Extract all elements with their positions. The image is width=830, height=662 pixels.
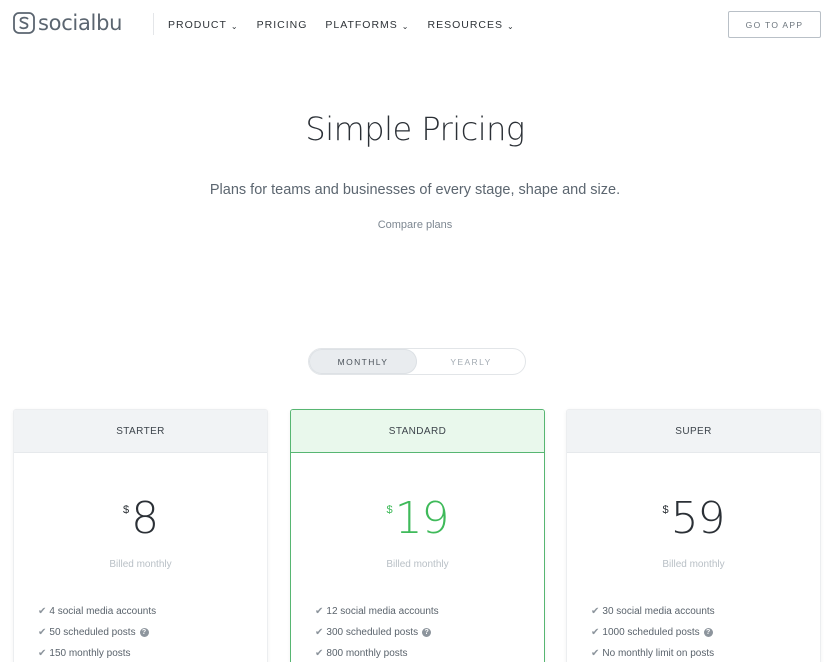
- nav-platforms-label: PLATFORMS: [325, 19, 398, 31]
- page-title: Simple Pricing: [305, 110, 525, 148]
- feature-item: ✔ 4 social media accounts: [38, 601, 156, 622]
- feature-item: ✔ 800 monthly posts: [315, 643, 439, 662]
- compare-plans-link[interactable]: Compare plans: [0, 219, 830, 231]
- feature-item: ✔ 50 scheduled posts?: [38, 622, 156, 643]
- currency-symbol: $: [386, 504, 393, 516]
- feature-item: ✔ 300 scheduled posts?: [315, 622, 439, 643]
- feature-text: 12 social media accounts: [326, 606, 439, 617]
- billing-note: Billed monthly: [386, 559, 449, 570]
- question-circle-icon[interactable]: ?: [703, 628, 713, 637]
- check-icon: ✔: [38, 606, 47, 617]
- billing-note: Billed monthly: [109, 559, 172, 570]
- plan-price: $ 8: [14, 494, 267, 544]
- feature-item: ✔ 12 social media accounts: [315, 601, 439, 622]
- brand-name: socialbu: [38, 11, 123, 35]
- plan-name: SUPER: [567, 410, 820, 453]
- currency-symbol: $: [122, 504, 130, 516]
- plan-price: $ 59: [567, 494, 820, 544]
- feature-text: No monthly limit on posts: [602, 648, 715, 659]
- nav-product-label: PRODUCT: [168, 19, 227, 31]
- plan-card-super: SUPER $ 59 Billed monthly ✔ 30 social med…: [566, 409, 821, 662]
- check-icon: ✔: [38, 648, 47, 659]
- top-navbar: socialbu PRODUCT ⌄ PRICING PLATFORMS ⌄ R…: [0, 0, 830, 50]
- feature-text: 30 social media accounts: [602, 606, 715, 617]
- plan-price: $ 19: [291, 494, 544, 544]
- feature-text: 150 monthly posts: [49, 648, 131, 659]
- feature-item: ✔ 30 social media accounts: [591, 601, 715, 622]
- nav-links: PRODUCT ⌄ PRICING PLATFORMS ⌄ RESOURCES …: [168, 19, 533, 31]
- feature-item: ✔ No monthly limit on posts: [591, 643, 715, 662]
- feature-list: ✔ 30 social media accounts ✔ 1000 schedule…: [591, 601, 715, 662]
- feature-text: 1000 scheduled posts: [602, 627, 700, 638]
- check-icon: ✔: [315, 627, 324, 638]
- check-icon: ✔: [315, 648, 324, 659]
- chevron-down-icon: ⌄: [230, 21, 239, 31]
- question-circle-icon[interactable]: ?: [422, 628, 432, 637]
- question-circle-icon[interactable]: ?: [139, 628, 149, 637]
- feature-text: 300 scheduled posts: [326, 627, 419, 638]
- chevron-down-icon: ⌄: [507, 21, 515, 31]
- page-subtitle: Plans for teams and businesses of every …: [209, 182, 621, 198]
- go-to-app-button[interactable]: GO TO APP: [728, 11, 821, 38]
- feature-text: 800 monthly posts: [326, 648, 408, 659]
- nav-resources[interactable]: RESOURCES ⌄: [428, 19, 515, 31]
- check-icon: ✔: [591, 606, 600, 617]
- check-icon: ✔: [591, 627, 600, 638]
- currency-symbol: $: [662, 504, 669, 516]
- plan-name: STANDARD: [291, 410, 544, 453]
- feature-item: ✔ 150 monthly posts: [38, 643, 156, 662]
- nav-platforms[interactable]: PLATFORMS ⌄: [325, 19, 409, 31]
- check-icon: ✔: [38, 627, 47, 638]
- feature-text: 4 social media accounts: [49, 606, 157, 617]
- billing-note: Billed monthly: [662, 559, 725, 570]
- brand-logo[interactable]: socialbu: [13, 12, 122, 34]
- price-amount: 8: [131, 493, 159, 544]
- toggle-monthly[interactable]: MONTHLY: [309, 349, 417, 374]
- feature-list: ✔ 4 social media accounts ✔ 50 scheduled p…: [38, 601, 156, 662]
- price-amount: 59: [670, 493, 726, 544]
- feature-text: 50 scheduled posts: [49, 627, 136, 638]
- toggle-yearly[interactable]: YEARLY: [417, 349, 525, 374]
- price-amount: 19: [394, 493, 450, 544]
- plan-card-starter: STARTER $ 8 Billed monthly ✔ 4 social med…: [13, 409, 268, 662]
- plan-card-standard: STANDARD $ 19 Billed monthly ✔ 12 social …: [290, 409, 545, 662]
- check-icon: ✔: [315, 606, 324, 617]
- socialbu-logo-icon: [13, 12, 35, 34]
- nav-pricing-label: PRICING: [256, 19, 308, 31]
- chevron-down-icon: ⌄: [401, 21, 410, 31]
- nav-product[interactable]: PRODUCT ⌄: [168, 19, 239, 31]
- feature-list: ✔ 12 social media accounts ✔ 300 scheduled…: [315, 601, 439, 662]
- plan-name: STARTER: [14, 410, 267, 453]
- nav-resources-label: RESOURCES: [427, 19, 504, 31]
- billing-period-toggle: MONTHLY YEARLY: [308, 348, 526, 375]
- nav-pricing[interactable]: PRICING: [257, 19, 308, 31]
- nav-divider: [153, 13, 154, 35]
- check-icon: ✔: [591, 648, 600, 659]
- feature-item: ✔ 1000 scheduled posts?: [591, 622, 715, 643]
